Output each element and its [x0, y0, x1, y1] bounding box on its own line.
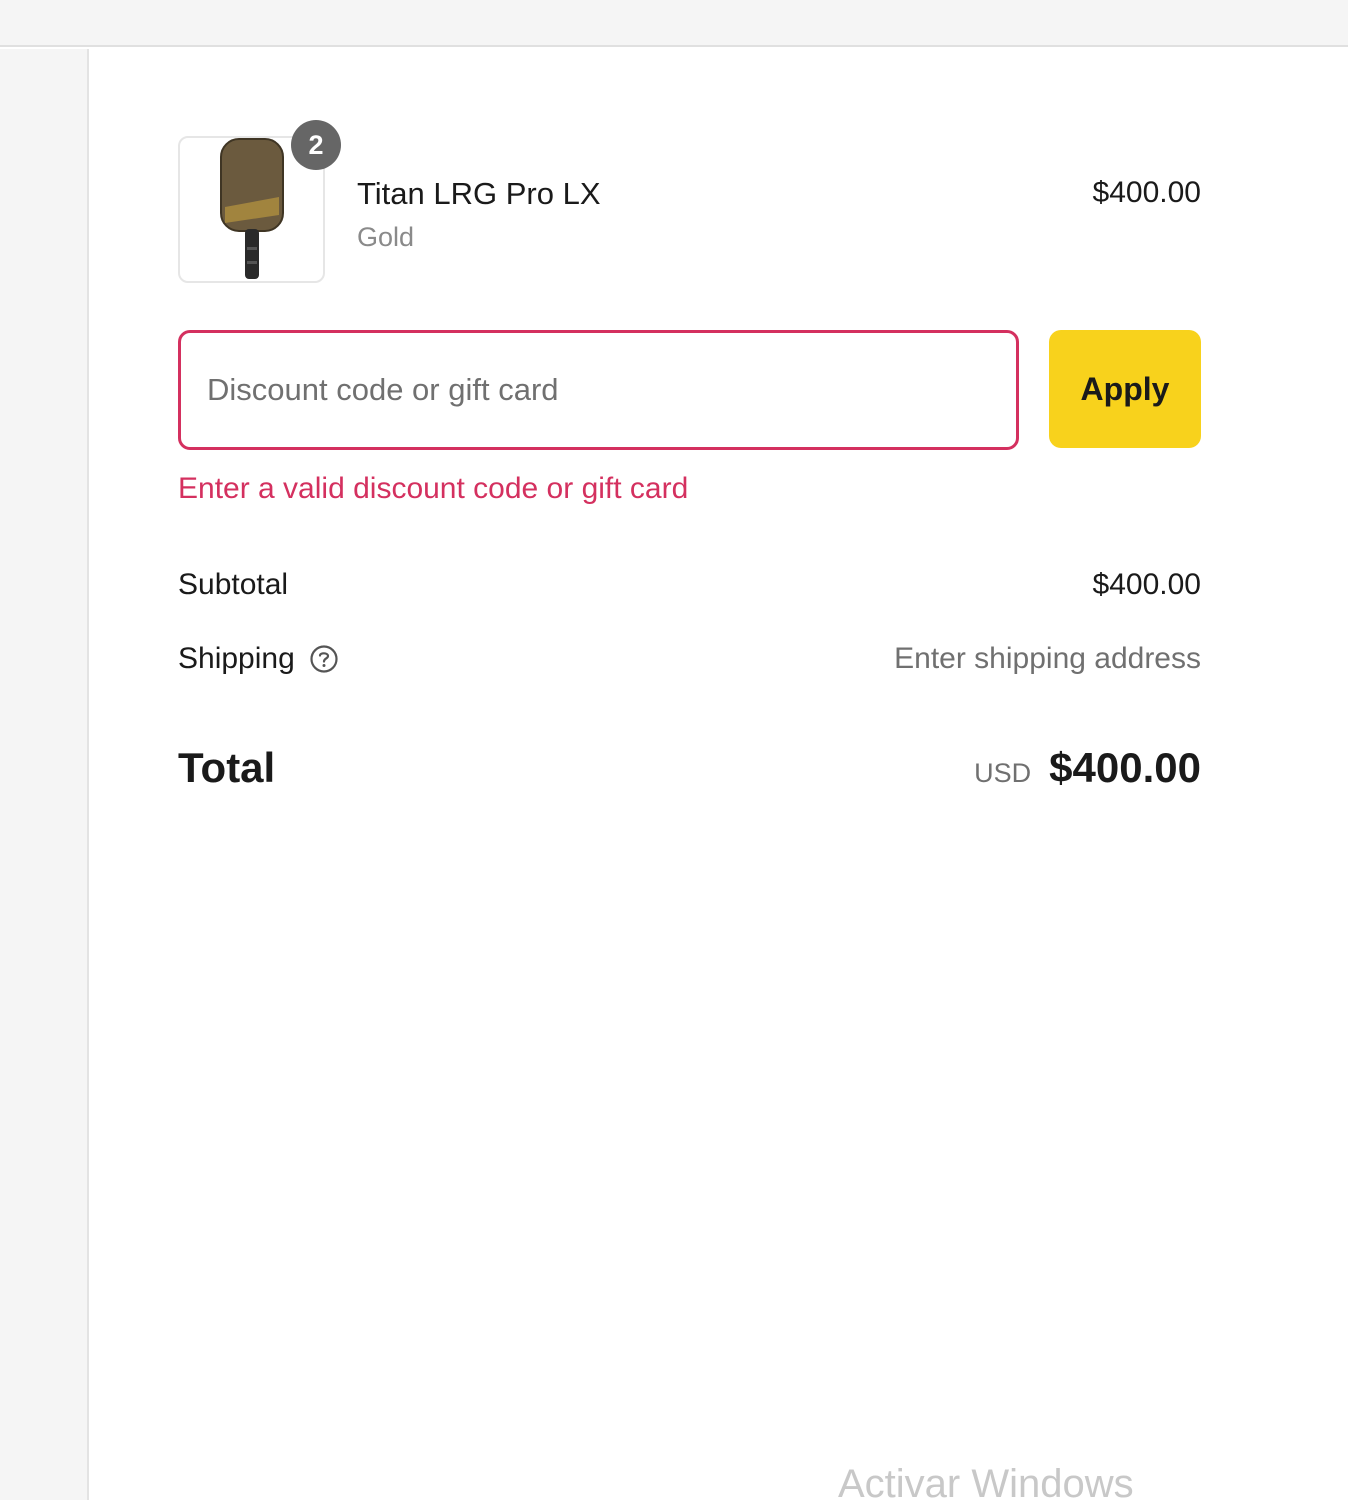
top-bar	[0, 0, 1348, 47]
shipping-label-group: Shipping	[178, 642, 339, 676]
total-row: Total USD $400.00	[178, 744, 1201, 804]
discount-form: Apply	[178, 330, 1201, 452]
total-amount: USD $400.00	[974, 744, 1201, 792]
discount-code-input[interactable]	[178, 330, 1019, 450]
question-circle-icon[interactable]	[309, 644, 339, 674]
windows-activation-watermark: Activar Windows	[838, 1462, 1134, 1500]
apply-button[interactable]: Apply	[1049, 330, 1201, 448]
left-panel-edge	[0, 49, 89, 1500]
total-label: Total	[178, 744, 276, 791]
pickleball-paddle-icon	[219, 138, 284, 279]
total-value: $400.00	[1049, 744, 1201, 791]
product-name: Titan LRG Pro LX	[357, 176, 601, 211]
subtotal-label: Subtotal	[178, 568, 289, 601]
subtotal-row: Subtotal $400.00	[178, 568, 1201, 608]
currency-code: USD	[974, 758, 1032, 788]
quantity-badge: 2	[291, 120, 341, 170]
shipping-row: Shipping Enter shipping address	[178, 642, 1201, 682]
product-price: $400.00	[1092, 176, 1201, 209]
shipping-value: Enter shipping address	[894, 642, 1201, 675]
subtotal-value: $400.00	[1092, 568, 1201, 601]
shipping-label: Shipping	[178, 642, 295, 675]
discount-error-message: Enter a valid discount code or gift card	[178, 472, 689, 505]
order-summary: 2 Titan LRG Pro LX Gold $400.00 Apply En…	[178, 120, 1201, 804]
product-variant: Gold	[357, 222, 415, 252]
line-item: 2 Titan LRG Pro LX Gold $400.00	[178, 120, 1201, 284]
